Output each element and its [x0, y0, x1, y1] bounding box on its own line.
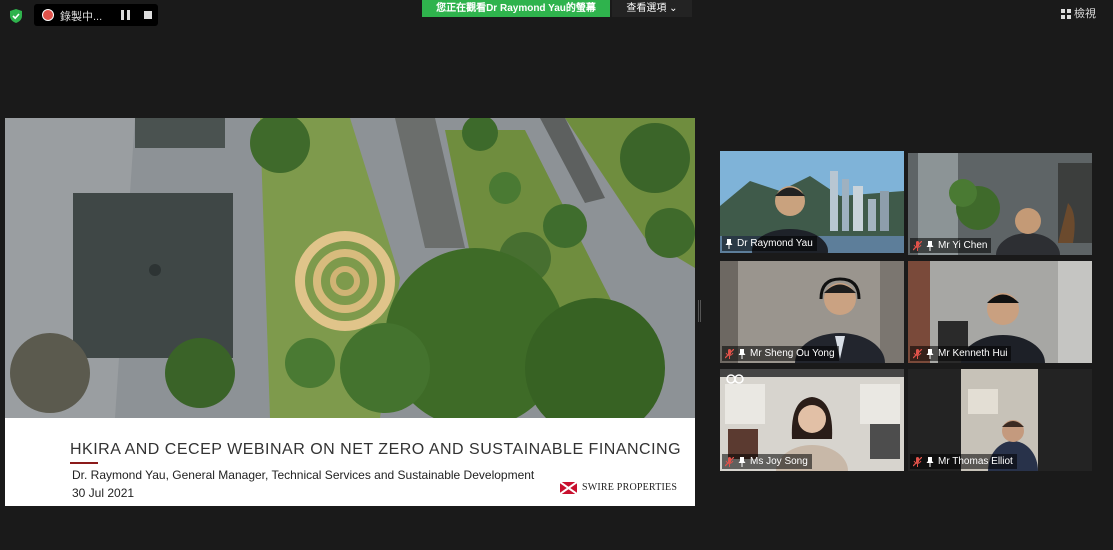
slide-aerial-photo: [5, 118, 695, 418]
panel-resize-handle[interactable]: [698, 300, 701, 322]
participant-name: Dr Raymond Yau: [737, 238, 813, 249]
recording-dot-icon: [42, 9, 54, 21]
participant-nameplate: Dr Raymond Yau: [722, 236, 817, 251]
participant-nameplate: Ms Joy Song: [722, 454, 812, 469]
participant-tile-yi-chen[interactable]: Mr Yi Chen: [908, 153, 1092, 255]
participant-tile-sheng-ou-yong[interactable]: Mr Sheng Ou Yong: [720, 261, 904, 363]
participant-name: Mr Sheng Ou Yong: [750, 348, 835, 359]
slide-date: 30 Jul 2021: [72, 486, 135, 500]
slide-subtitle: Dr. Raymond Yau, General Manager, Techni…: [72, 468, 535, 482]
muted-mic-icon: [913, 240, 922, 251]
pin-icon: [738, 456, 746, 467]
title-underline: [70, 462, 98, 464]
slide-title: HKIRA AND CECEP WEBINAR ON NET ZERO AND …: [70, 441, 682, 458]
pin-icon: [926, 348, 934, 359]
view-options-button[interactable]: 查看選項 ⌄: [612, 0, 692, 17]
grid-icon: [1061, 9, 1071, 20]
security-shield-icon[interactable]: [8, 8, 24, 24]
pin-icon: [926, 240, 934, 251]
pin-icon: [725, 238, 733, 249]
participant-name: Ms Joy Song: [750, 456, 808, 467]
pin-icon: [738, 348, 746, 359]
participant-nameplate: Mr Thomas Elliot: [910, 454, 1017, 469]
participant-name: Mr Kenneth Hui: [938, 348, 1008, 359]
participant-tile-thomas-elliot[interactable]: Mr Thomas Elliot: [908, 369, 1092, 471]
swire-logo-text: SWIRE PROPERTIES: [582, 482, 678, 493]
muted-mic-icon: [913, 456, 922, 467]
pause-recording-button[interactable]: [121, 10, 131, 20]
company-logo-icon: [726, 374, 744, 384]
participant-tile-raymond-yau[interactable]: Dr Raymond Yau: [720, 151, 904, 253]
muted-mic-icon: [725, 456, 734, 467]
gallery-layout-button[interactable]: 檢視: [1061, 4, 1107, 24]
swire-flag-icon: [560, 482, 577, 494]
participant-name: Mr Thomas Elliot: [938, 456, 1013, 467]
pin-icon: [926, 456, 934, 467]
stop-recording-button[interactable]: [144, 11, 152, 19]
participant-name: Mr Yi Chen: [938, 240, 988, 251]
participant-nameplate: Mr Kenneth Hui: [910, 346, 1012, 361]
screen-share-banner: 您正在觀看Dr Raymond Yau的螢幕: [422, 0, 610, 17]
muted-mic-icon: [725, 348, 734, 359]
layout-label: 檢視: [1074, 8, 1096, 20]
muted-mic-icon: [913, 348, 922, 359]
recording-indicator: 錄製中...: [34, 4, 158, 26]
shared-screen-slide: HKIRA AND CECEP WEBINAR ON NET ZERO AND …: [5, 118, 695, 506]
participant-nameplate: Mr Yi Chen: [910, 238, 992, 253]
participant-nameplate: Mr Sheng Ou Yong: [722, 346, 839, 361]
participant-tile-joy-song[interactable]: Ms Joy Song: [720, 369, 904, 471]
participant-tile-kenneth-hui[interactable]: Mr Kenneth Hui: [908, 261, 1092, 363]
recording-label: 錄製中...: [60, 11, 103, 23]
